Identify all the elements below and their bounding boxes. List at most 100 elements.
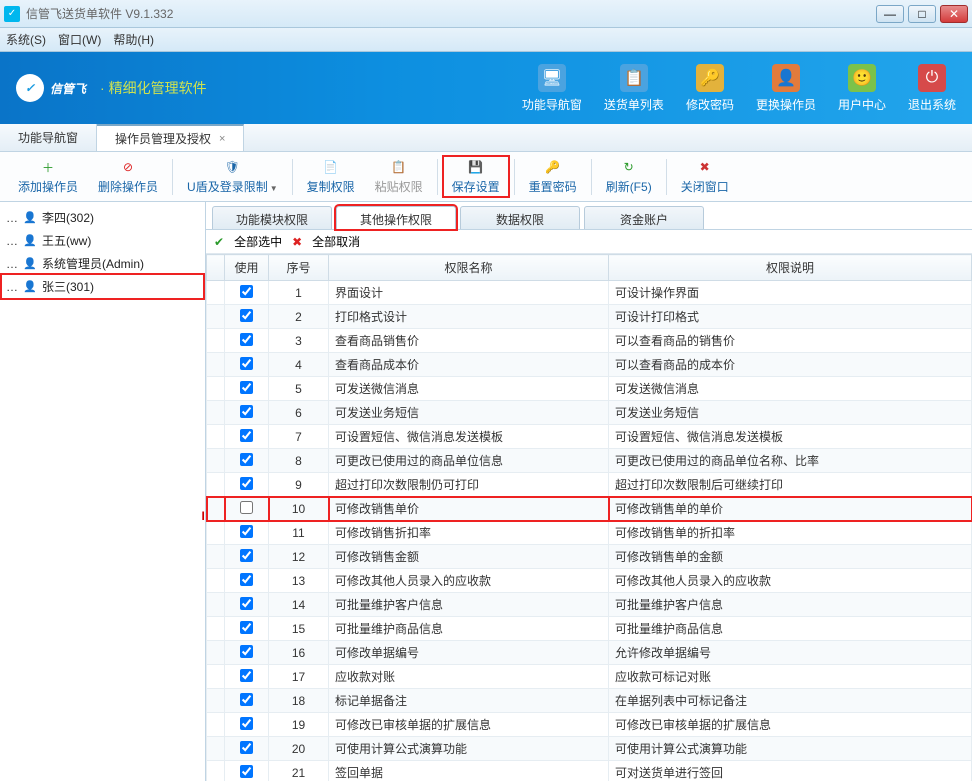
table-row[interactable]: 3 查看商品销售价 可以查看商品的销售价 bbox=[207, 329, 972, 353]
use-checkbox[interactable] bbox=[240, 669, 253, 682]
row-desc: 可批量维护商品信息 bbox=[609, 617, 972, 641]
use-checkbox[interactable] bbox=[240, 621, 253, 634]
menu-system[interactable]: 系统(S) bbox=[6, 31, 46, 48]
nav-5[interactable]: ⏻退出系统 bbox=[908, 64, 956, 113]
nav-3[interactable]: 👤更换操作员 bbox=[756, 64, 816, 113]
copy-perm-button[interactable]: 📄复制权限 bbox=[297, 156, 365, 197]
user-item-2[interactable]: …👤系统管理员(Admin) bbox=[2, 252, 203, 275]
nav-1[interactable]: 📋送货单列表 bbox=[604, 64, 664, 113]
delete-operator-button[interactable]: ⊘删除操作员 bbox=[88, 156, 168, 197]
subtab-data[interactable]: 数据权限 bbox=[460, 206, 580, 229]
col-no[interactable]: 序号 bbox=[269, 255, 329, 281]
nav-4[interactable]: 🙂 用户中心 bbox=[838, 64, 886, 113]
table-row[interactable]: 16 可修改单据编号 允许修改单据编号 bbox=[207, 641, 972, 665]
use-checkbox[interactable] bbox=[240, 381, 253, 394]
select-all-button[interactable]: 全部选中 bbox=[234, 233, 282, 250]
use-checkbox[interactable] bbox=[240, 549, 253, 562]
save-settings-button[interactable]: 💾保存设置 bbox=[442, 155, 510, 198]
paste-perm-button[interactable]: 📋粘贴权限 bbox=[365, 156, 433, 197]
table-row[interactable]: 8 可更改已使用过的商品单位信息 可更改已使用过的商品单位名称、比率 bbox=[207, 449, 972, 473]
use-checkbox[interactable] bbox=[240, 333, 253, 346]
table-row[interactable]: 9 超过打印次数限制仍可打印 超过打印次数限制后可继续打印 bbox=[207, 473, 972, 497]
ukey-login-button[interactable]: 🛡U盾及登录限制▼ bbox=[177, 156, 288, 197]
menu-help[interactable]: 帮助(H) bbox=[113, 31, 154, 48]
table-row[interactable]: 17 应收款对账 应收款可标记对账 bbox=[207, 665, 972, 689]
nav-2[interactable]: 🔑修改密码 bbox=[686, 64, 734, 113]
use-checkbox[interactable] bbox=[240, 525, 253, 538]
use-checkbox[interactable] bbox=[240, 645, 253, 658]
use-checkbox[interactable] bbox=[240, 405, 253, 418]
use-checkbox[interactable] bbox=[240, 453, 253, 466]
use-checkbox[interactable] bbox=[240, 285, 253, 298]
nav-icon: 🖥 bbox=[538, 64, 566, 92]
minimize-button[interactable]: — bbox=[876, 5, 904, 23]
row-no: 16 bbox=[269, 641, 329, 665]
nav-icon: 🙂 bbox=[848, 64, 876, 92]
nav-label: 用户中心 bbox=[838, 96, 886, 113]
table-row[interactable]: 7 可设置短信、微信消息发送模板 可设置短信、微信消息发送模板 bbox=[207, 425, 972, 449]
subtab-other[interactable]: 其他操作权限 bbox=[336, 206, 456, 229]
user-item-3[interactable]: …👤张三(301) bbox=[2, 275, 203, 298]
user-label: 王五(ww) bbox=[42, 232, 91, 249]
use-checkbox[interactable] bbox=[240, 477, 253, 490]
table-row[interactable]: 6 可发送业务短信 可发送业务短信 bbox=[207, 401, 972, 425]
subtab-module[interactable]: 功能模块权限 bbox=[212, 206, 332, 229]
use-checkbox[interactable] bbox=[240, 573, 253, 586]
maximize-button[interactable]: □ bbox=[908, 5, 936, 23]
subtab-funds[interactable]: 资金账户 bbox=[584, 206, 704, 229]
row-desc: 可批量维护客户信息 bbox=[609, 593, 972, 617]
close-button[interactable]: ✕ bbox=[940, 5, 968, 23]
row-no: 8 bbox=[269, 449, 329, 473]
row-desc: 可发送微信消息 bbox=[609, 377, 972, 401]
row-name: 签回单据 bbox=[329, 761, 609, 781]
table-row[interactable]: 19 可修改已审核单据的扩展信息 可修改已审核单据的扩展信息 bbox=[207, 713, 972, 737]
nav-0[interactable]: 🖥功能导航窗 bbox=[522, 64, 582, 113]
permissions-grid[interactable]: 使用 序号 权限名称 权限说明 1 界面设计 可设计操作界面 2 打印格式设计 … bbox=[206, 254, 972, 781]
use-checkbox[interactable] bbox=[240, 693, 253, 706]
reset-password-button[interactable]: 🔑重置密码 bbox=[519, 156, 587, 197]
table-row[interactable]: 11 可修改销售折扣率 可修改销售单的折扣率 bbox=[207, 521, 972, 545]
col-use[interactable]: 使用 bbox=[225, 255, 269, 281]
table-row[interactable]: 12 可修改销售金额 可修改销售单的金额 bbox=[207, 545, 972, 569]
table-row[interactable]: 5 可发送微信消息 可发送微信消息 bbox=[207, 377, 972, 401]
add-operator-button[interactable]: ＋添加操作员 bbox=[8, 156, 88, 197]
perm-tabs: 功能模块权限 其他操作权限 数据权限 资金账户 bbox=[206, 202, 972, 230]
deselect-all-button[interactable]: 全部取消 bbox=[312, 233, 360, 250]
user-item-0[interactable]: …👤李四(302) bbox=[2, 206, 203, 229]
nav-label: 送货单列表 bbox=[604, 96, 664, 113]
close-window-button[interactable]: ✖关闭窗口 bbox=[671, 156, 739, 197]
use-checkbox[interactable] bbox=[240, 309, 253, 322]
use-checkbox[interactable] bbox=[240, 357, 253, 370]
col-desc[interactable]: 权限说明 bbox=[609, 255, 972, 281]
use-checkbox[interactable] bbox=[240, 765, 253, 778]
row-desc: 可修改销售单的折扣率 bbox=[609, 521, 972, 545]
use-checkbox[interactable] bbox=[240, 741, 253, 754]
table-row[interactable]: 2 打印格式设计 可设计打印格式 bbox=[207, 305, 972, 329]
table-row[interactable]: 20 可使用计算公式演算功能 可使用计算公式演算功能 bbox=[207, 737, 972, 761]
menu-window[interactable]: 窗口(W) bbox=[58, 31, 101, 48]
tab-nav[interactable]: 功能导航窗 bbox=[0, 124, 97, 151]
table-row[interactable]: 4 查看商品成本价 可以查看商品的成本价 bbox=[207, 353, 972, 377]
row-desc: 可修改销售单的单价 bbox=[609, 497, 972, 521]
tab-close-icon[interactable]: × bbox=[219, 133, 225, 145]
use-checkbox[interactable] bbox=[240, 597, 253, 610]
col-name[interactable]: 权限名称 bbox=[329, 255, 609, 281]
table-row[interactable]: 15 可批量维护商品信息 可批量维护商品信息 bbox=[207, 617, 972, 641]
table-row[interactable]: 1 界面设计 可设计操作界面 bbox=[207, 281, 972, 305]
check-icon: ✔ bbox=[214, 235, 224, 249]
row-no: 12 bbox=[269, 545, 329, 569]
use-checkbox[interactable] bbox=[240, 717, 253, 730]
row-desc: 可设计打印格式 bbox=[609, 305, 972, 329]
table-row[interactable]: I 10 可修改销售单价 可修改销售单的单价 bbox=[207, 497, 972, 521]
use-checkbox[interactable] bbox=[240, 501, 253, 514]
row-no: 11 bbox=[269, 521, 329, 545]
user-item-1[interactable]: …👤王五(ww) bbox=[2, 229, 203, 252]
row-no: 10 bbox=[269, 497, 329, 521]
tab-ops[interactable]: 操作员管理及授权 × bbox=[97, 124, 244, 151]
table-row[interactable]: 13 可修改其他人员录入的应收款 可修改其他人员录入的应收款 bbox=[207, 569, 972, 593]
use-checkbox[interactable] bbox=[240, 429, 253, 442]
refresh-button[interactable]: ↻刷新(F5) bbox=[596, 156, 662, 197]
table-row[interactable]: 14 可批量维护客户信息 可批量维护客户信息 bbox=[207, 593, 972, 617]
table-row[interactable]: 21 签回单据 可对送货单进行签回 bbox=[207, 761, 972, 781]
table-row[interactable]: 18 标记单据备注 在单据列表中可标记备注 bbox=[207, 689, 972, 713]
